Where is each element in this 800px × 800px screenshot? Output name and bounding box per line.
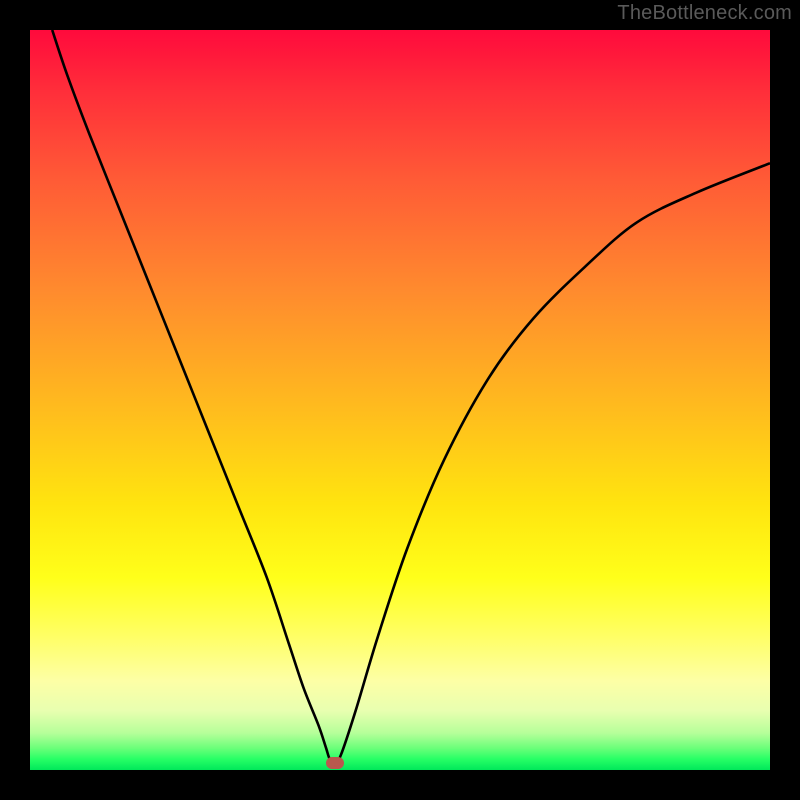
curve-path	[52, 30, 770, 763]
plot-area	[30, 30, 770, 770]
watermark-text: TheBottleneck.com	[617, 2, 792, 25]
bottleneck-curve	[30, 30, 770, 770]
optimum-marker	[326, 757, 344, 769]
